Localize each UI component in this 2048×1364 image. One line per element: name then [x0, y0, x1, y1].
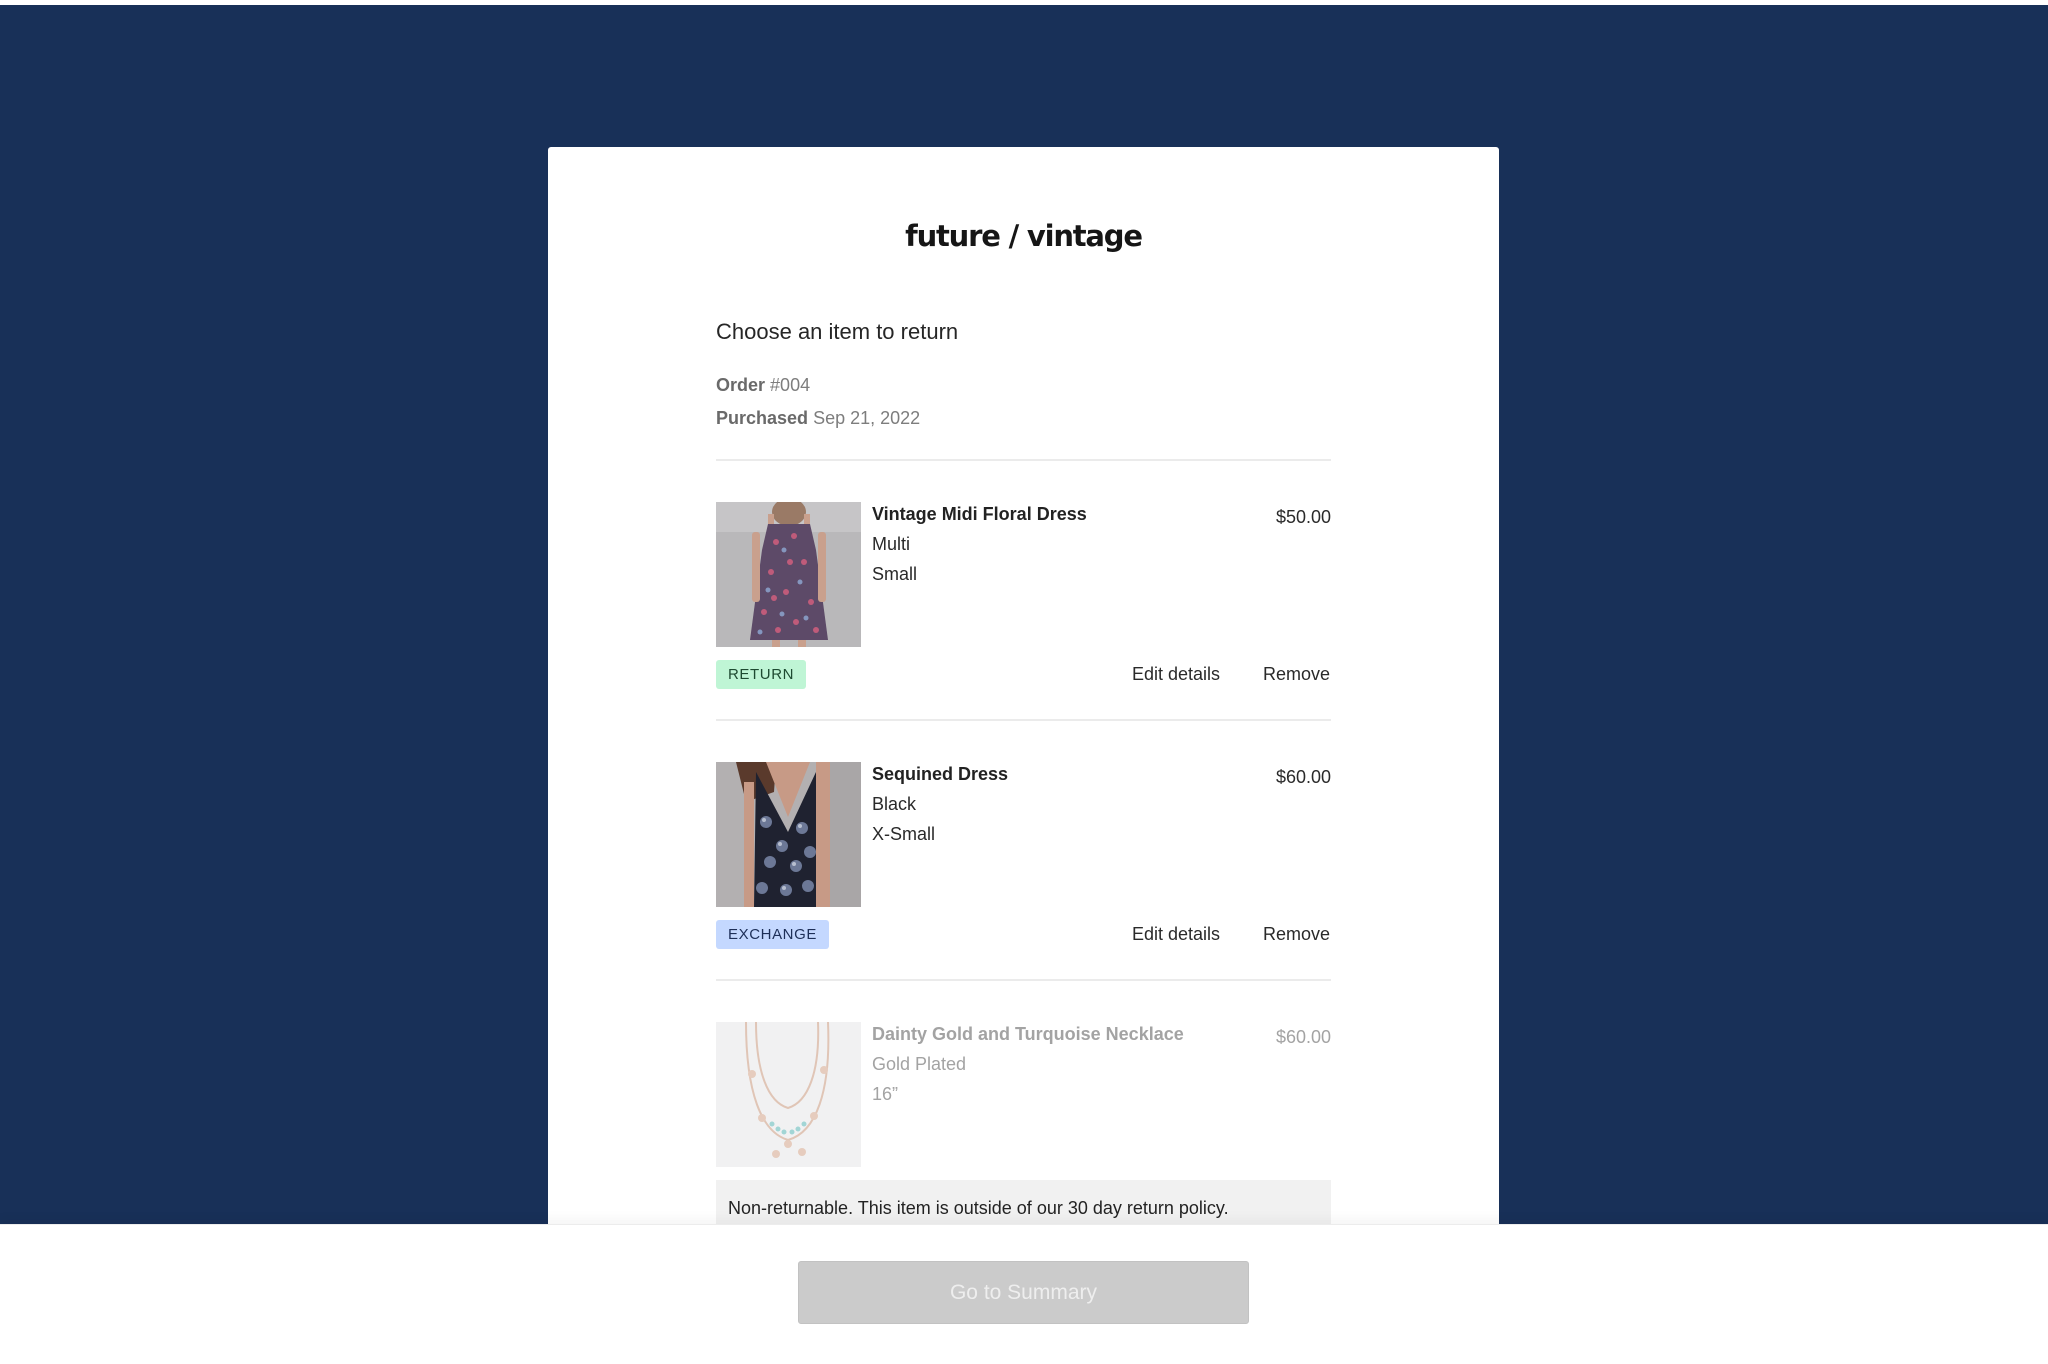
item-size: Small [872, 564, 918, 584]
footer-bar: Go to Summary [0, 1224, 2048, 1364]
divider [716, 459, 1331, 461]
exchange-badge: EXCHANGE [716, 920, 829, 949]
sequined-dress-photo-icon [716, 762, 861, 907]
item-name: Sequined Dress [872, 764, 1009, 784]
item-price: $60.00 [1275, 1027, 1331, 1047]
item-name: Vintage Midi Floral Dress [872, 504, 1087, 524]
page-backdrop: future / vintage Choose an item to retur… [0, 5, 2048, 1224]
page-heading: Choose an item to return [716, 319, 959, 344]
item-color: Multi [872, 534, 911, 554]
brand-logo: future / vintage [905, 219, 1143, 253]
item-price: $60.00 [1275, 767, 1331, 787]
go-to-summary-button[interactable]: Go to Summary [798, 1261, 1249, 1324]
item-name: Dainty Gold and Turquoise Necklace [872, 1024, 1184, 1044]
line-item-necklace: Dainty Gold and Turquoise Necklace Gold … [716, 1022, 1331, 1224]
divider [716, 719, 1331, 721]
purchase-info: Purchased Sep 21, 2022 [716, 408, 920, 429]
non-returnable-notice: Non-returnable. This item is outside of … [716, 1180, 1331, 1224]
order-number: #004 [770, 375, 811, 395]
line-item-floral-dress: Vintage Midi Floral Dress Multi Small $5… [716, 502, 1331, 702]
edit-details-link[interactable]: Edit details [1132, 664, 1220, 685]
item-price: $50.00 [1275, 507, 1331, 527]
floral-dress-photo-icon [716, 502, 861, 647]
purchased-label: Purchased [716, 408, 809, 428]
item-length: 16” [872, 1084, 899, 1104]
return-card: future / vintage Choose an item to retur… [548, 147, 1499, 1224]
item-size: X-Small [872, 824, 936, 844]
line-item-sequined-dress: Sequined Dress Black X-Small $60.00 EXCH… [716, 762, 1331, 962]
edit-details-link[interactable]: Edit details [1132, 924, 1220, 945]
divider [716, 979, 1331, 981]
necklace-photo-icon [716, 1022, 861, 1167]
order-label: Order [716, 375, 766, 395]
purchased-date: Sep 21, 2022 [813, 408, 921, 428]
order-info: Order #004 [716, 375, 810, 396]
remove-link[interactable]: Remove [1263, 924, 1330, 945]
return-badge: RETURN [716, 660, 807, 689]
remove-link[interactable]: Remove [1263, 664, 1330, 685]
item-material: Gold Plated [872, 1054, 967, 1074]
item-color: Black [872, 794, 917, 814]
